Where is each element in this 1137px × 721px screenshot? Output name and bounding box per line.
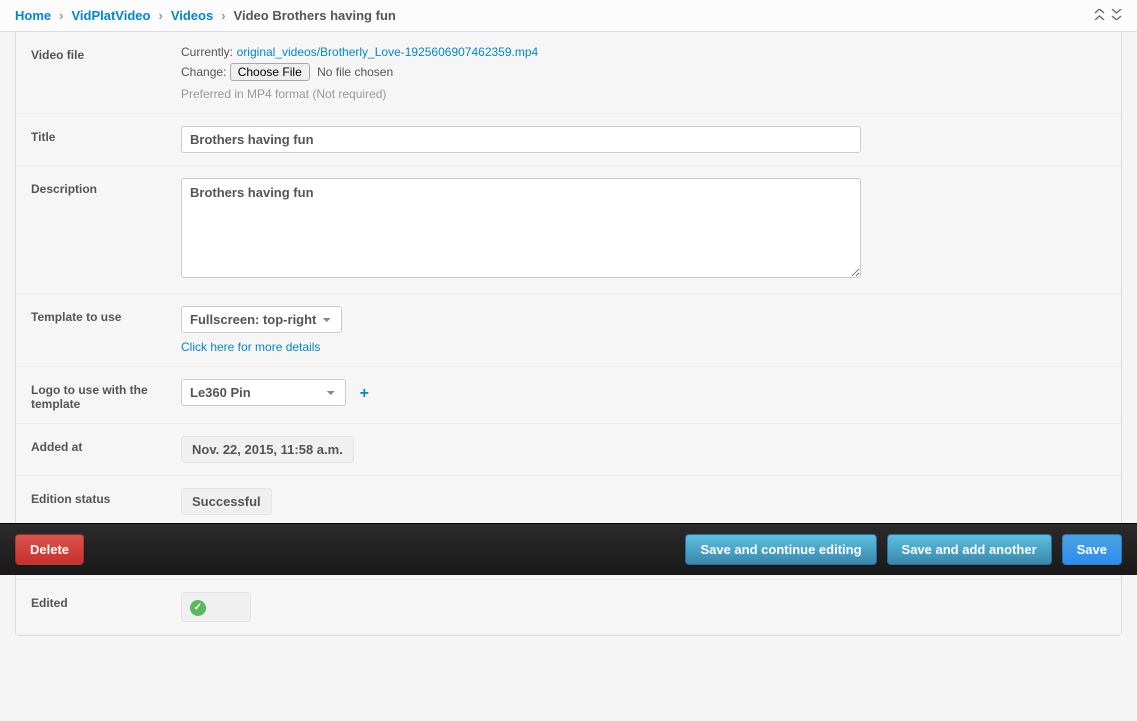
row-video-file: Video file Currently: original_videos/Br… xyxy=(16,32,1121,114)
chevron-right-icon: › xyxy=(59,8,63,23)
label-added-at: Added at xyxy=(31,436,181,454)
action-bar: Delete Save and continue editing Save an… xyxy=(0,523,1137,575)
template-help-link[interactable]: Click here for more details xyxy=(181,340,320,354)
delete-button[interactable]: Delete xyxy=(15,534,84,565)
row-description: Description xyxy=(16,166,1121,294)
choose-file-button[interactable]: Choose File xyxy=(230,63,310,81)
added-at-value: Nov. 22, 2015, 11:58 a.m. xyxy=(181,436,354,463)
label-title: Title xyxy=(31,126,181,144)
save-button[interactable]: Save xyxy=(1062,534,1122,565)
row-title: Title xyxy=(16,114,1121,166)
change-label: Change: xyxy=(181,65,226,79)
edited-value: ✓ xyxy=(181,592,251,622)
add-logo-button[interactable]: + xyxy=(360,385,369,402)
currently-label: Currently: xyxy=(181,45,233,59)
file-status-text: No file chosen xyxy=(317,65,393,79)
edition-status-value: Successful xyxy=(181,488,272,515)
label-edited: Edited xyxy=(31,592,181,610)
chevron-right-icon: › xyxy=(158,8,162,23)
breadcrumb-current: Video Brothers having fun xyxy=(234,8,396,23)
label-template: Template to use xyxy=(31,306,181,324)
label-description: Description xyxy=(31,178,181,196)
breadcrumb-bar: Home › VidPlatVideo › Videos › Video Bro… xyxy=(0,0,1137,32)
description-input[interactable] xyxy=(181,178,861,278)
current-file-link[interactable]: original_videos/Brotherly_Love-192560690… xyxy=(237,45,539,59)
breadcrumb-app[interactable]: VidPlatVideo xyxy=(71,8,150,23)
breadcrumb: Home › VidPlatVideo › Videos › Video Bro… xyxy=(15,8,396,23)
check-icon: ✓ xyxy=(190,600,206,616)
row-template: Template to use Fullscreen: top-right Cl… xyxy=(16,294,1121,367)
collapse-all-icon[interactable] xyxy=(1111,9,1122,23)
row-edition-status: Edition status Successful xyxy=(16,476,1121,528)
row-added-at: Added at Nov. 22, 2015, 11:58 a.m. xyxy=(16,424,1121,476)
plus-icon: + xyxy=(360,385,369,402)
label-video-file: Video file xyxy=(31,44,181,62)
save-add-another-button[interactable]: Save and add another xyxy=(887,534,1052,565)
row-logo: Logo to use with the template Le360 Pin … xyxy=(16,367,1121,424)
template-select[interactable]: Fullscreen: top-right xyxy=(181,306,342,333)
label-edition-status: Edition status xyxy=(31,488,181,506)
breadcrumb-home[interactable]: Home xyxy=(15,8,51,23)
label-logo: Logo to use with the template xyxy=(31,379,181,411)
chevron-right-icon: › xyxy=(221,8,225,23)
title-input[interactable] xyxy=(181,126,861,153)
expand-all-icon[interactable] xyxy=(1094,9,1105,23)
row-edited: Edited ✓ xyxy=(16,580,1121,635)
logo-select[interactable]: Le360 Pin xyxy=(181,379,346,406)
breadcrumb-model[interactable]: Videos xyxy=(171,8,213,23)
save-continue-button[interactable]: Save and continue editing xyxy=(685,534,876,565)
video-file-help: Preferred in MP4 format (Not required) xyxy=(181,87,1106,101)
